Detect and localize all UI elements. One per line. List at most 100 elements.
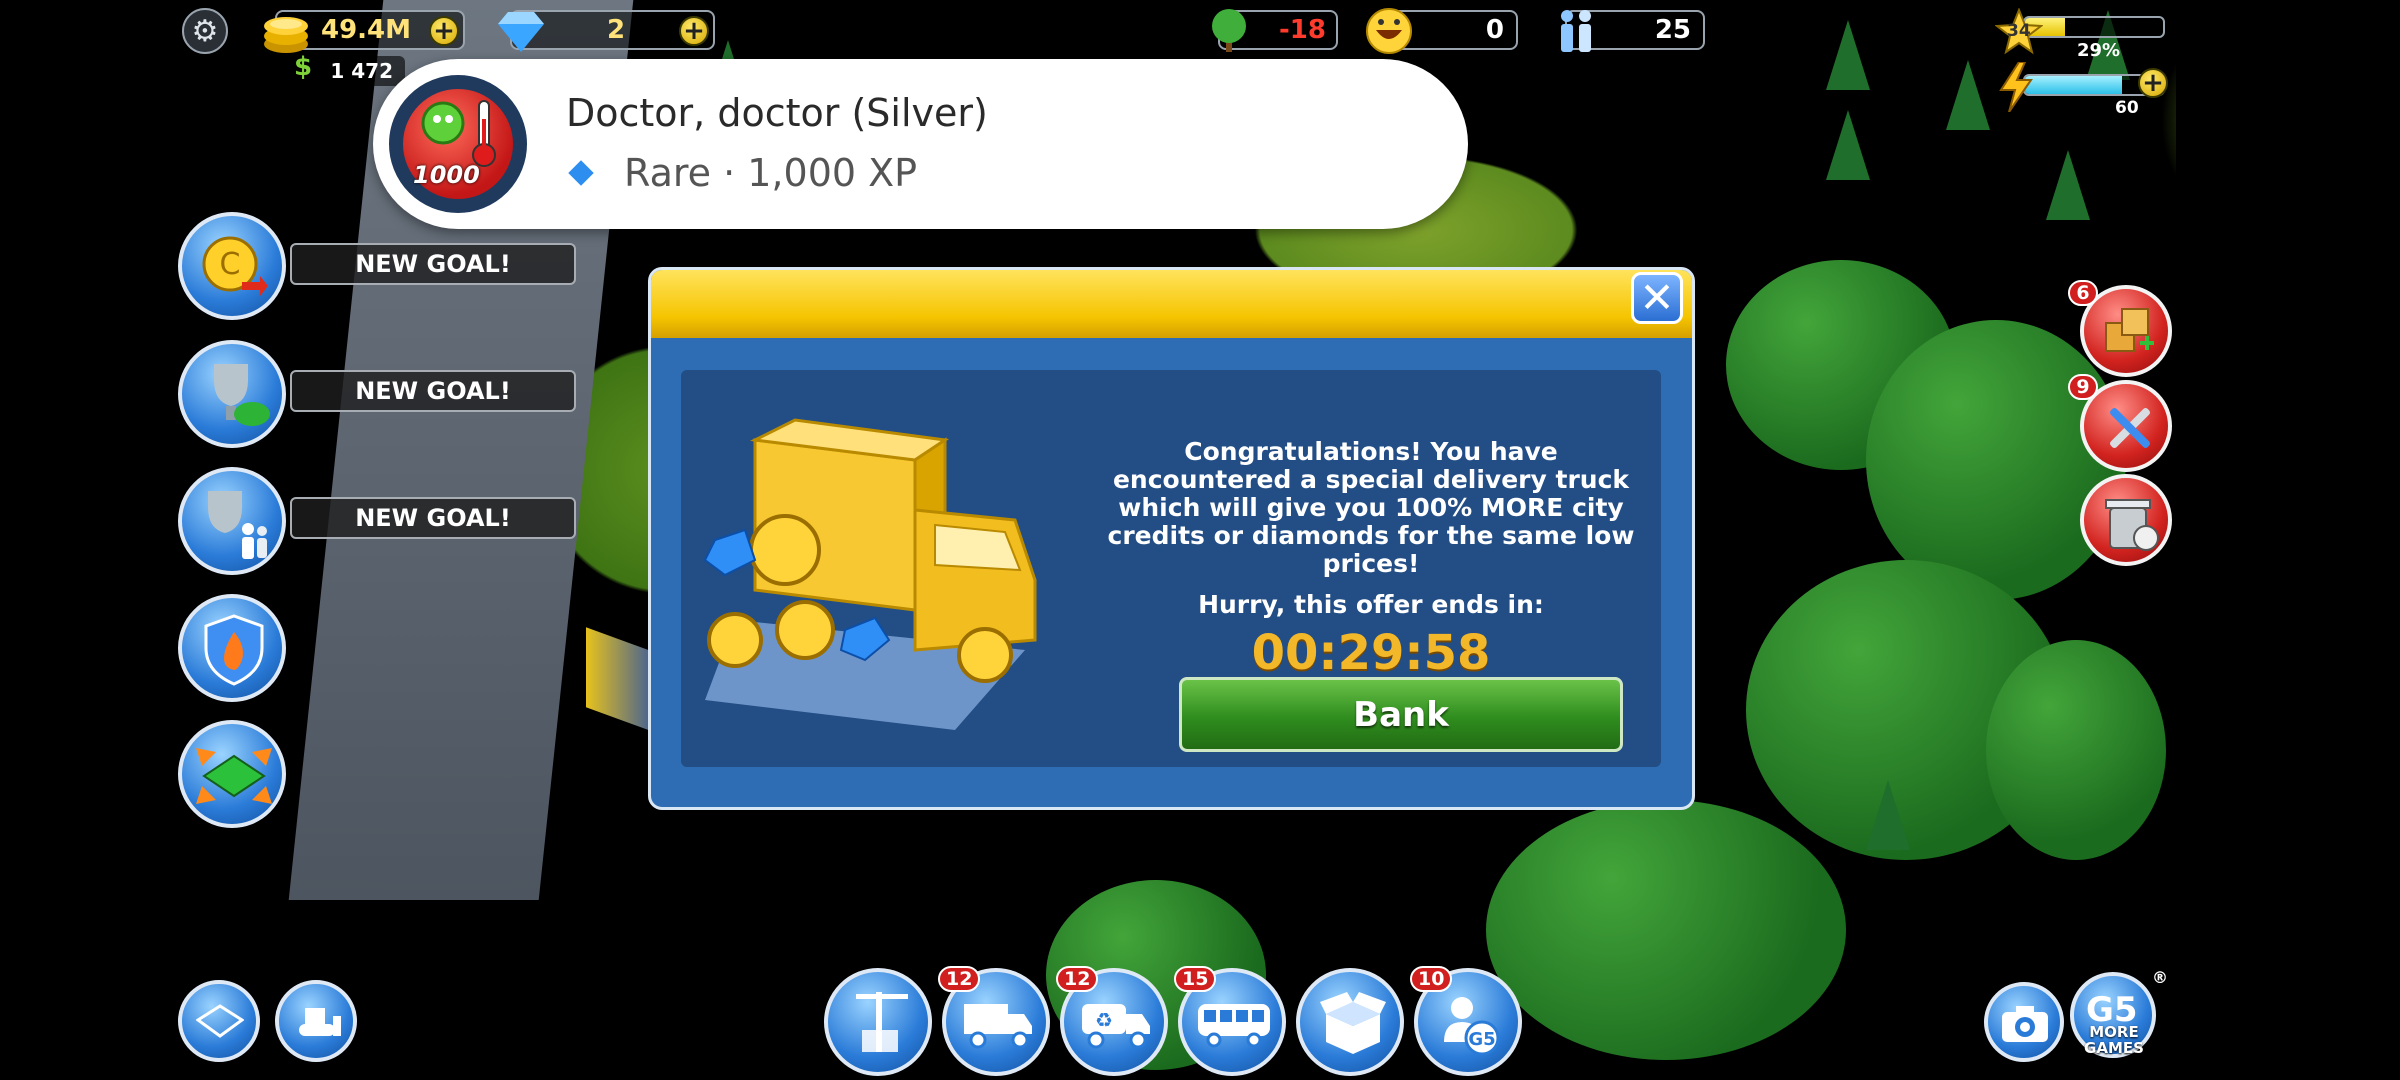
recycling-badge: 12: [1056, 966, 1099, 992]
new-goal-label[interactable]: NEW GOAL!: [290, 497, 576, 539]
buses-badge: 15: [1174, 966, 1217, 992]
level-widget[interactable]: 34 29%: [1995, 8, 2170, 63]
achievement-toast[interactable]: 1000 Doctor, doctor (Silver) Rare · 1,00…: [373, 59, 1468, 229]
pine-tree: [1866, 780, 1910, 850]
sub-coins-value: 1 472: [330, 59, 393, 83]
add-diamonds-button[interactable]: +: [679, 16, 709, 46]
city-construction-button[interactable]: [824, 968, 932, 1076]
tree-cluster: [1866, 320, 2126, 600]
open-box-icon: [1320, 992, 1386, 1054]
trash-bin-icon: [2105, 499, 2159, 551]
recycle-truck-icon: ♻: [1082, 1004, 1150, 1049]
road-icon: [196, 1004, 244, 1038]
bulldozer-icon: [299, 1008, 341, 1036]
storage-box-button[interactable]: [1296, 968, 1404, 1076]
camera-button[interactable]: [1984, 982, 2064, 1062]
materials-badge: 6: [2068, 280, 2098, 306]
level-value: 34: [2007, 21, 2031, 41]
bank-button[interactable]: Bank: [1179, 677, 1623, 752]
smiley-icon: [1366, 8, 1412, 54]
expand-territory-button[interactable]: [178, 720, 286, 828]
svg-text:C: C: [220, 247, 241, 282]
svg-text:G5: G5: [1468, 1029, 1495, 1050]
tree-cluster: [1986, 640, 2166, 860]
rarity-diamond-icon: [568, 160, 594, 186]
add-coins-button[interactable]: +: [429, 16, 459, 46]
billboard: [586, 627, 656, 733]
close-dialog-button[interactable]: ✕: [1631, 272, 1683, 324]
ecology-value: -18: [1279, 15, 1326, 45]
tree-cluster: [1486, 800, 1846, 1060]
friends-g5-icon: G5: [1444, 997, 1500, 1056]
coins-icon: [264, 17, 308, 53]
thermometer-icon: [472, 100, 496, 167]
new-goal-label[interactable]: NEW GOAL!: [290, 243, 576, 285]
ecology-counter[interactable]: -18: [1212, 9, 1338, 52]
offer-panel: Congratulations! You have encountered a …: [681, 370, 1661, 767]
demolish-button[interactable]: [2080, 474, 2172, 566]
camera-icon: [2002, 1006, 2048, 1042]
pine-tree: [1826, 20, 1870, 90]
new-goal-label[interactable]: NEW GOAL!: [290, 370, 576, 412]
lightning-icon: [1999, 62, 2033, 112]
pine-tree: [1826, 110, 1870, 180]
energy-progress-fill: [2025, 76, 2122, 94]
more-games-button[interactable]: G5 MORE GAMES ®: [2070, 968, 2168, 1064]
coins-value: 49.4M: [321, 15, 412, 45]
offer-timer: 00:29:58: [1251, 625, 1491, 681]
population-counter[interactable]: 25: [1561, 10, 1705, 52]
offer-hurry-text: Hurry, this offer ends in:: [1198, 590, 1544, 619]
pine-tree: [1946, 60, 1990, 130]
achievement-subtitle-row: Rare · 1,000 XP: [566, 151, 917, 195]
money-bag-icon: $: [294, 52, 313, 82]
diamonds-counter[interactable]: 2 +: [498, 10, 715, 52]
diamond-icon: [498, 12, 544, 52]
crates-icon: [2105, 308, 2154, 352]
golden-truck-illustration: [703, 418, 1037, 730]
more-games-label: MORE GAMES: [2084, 1023, 2144, 1057]
goal-credits-button[interactable]: C: [178, 212, 286, 320]
population-value: 25: [1654, 15, 1691, 45]
road-tool-button[interactable]: [178, 980, 260, 1062]
coins-counter[interactable]: 49.4M +: [264, 10, 465, 53]
fire-department-button[interactable]: [178, 594, 286, 702]
tools-badge: 9: [2068, 374, 2098, 400]
diamonds-value: 2: [607, 15, 626, 45]
achievement-badge: 1000: [383, 69, 533, 219]
add-energy-button[interactable]: +: [2138, 68, 2168, 98]
population-icon: [1561, 10, 1591, 52]
energy-widget[interactable]: + 60: [1995, 62, 2170, 118]
expand-arrows-icon: [196, 748, 272, 804]
sub-coins-counter: $ 1 472: [290, 52, 405, 86]
wrench-screwdriver-icon: [2110, 408, 2150, 448]
crane-icon: [856, 992, 908, 1052]
offer-message: Congratulations! You have encountered a …: [1107, 437, 1635, 578]
goal-population-button[interactable]: [178, 467, 286, 575]
truck-icon: [964, 1004, 1032, 1049]
settings-gear-icon[interactable]: ⚙: [182, 8, 228, 54]
trophy-leaf-icon: [214, 364, 270, 426]
friends-badge: 10: [1410, 966, 1453, 992]
trophy-people-icon: [208, 491, 267, 559]
registered-mark: ®: [2152, 968, 2168, 987]
goal-ecology-button[interactable]: [178, 340, 286, 448]
fire-shield-icon: [204, 614, 264, 686]
energy-value: 60: [2115, 98, 2139, 118]
happiness-counter[interactable]: 0: [1366, 8, 1518, 54]
svg-text:♻: ♻: [1095, 1008, 1113, 1032]
virus-icon: [421, 101, 465, 145]
bulldozer-button[interactable]: [275, 980, 357, 1062]
trucks-badge: 12: [938, 966, 981, 992]
tree-eco-icon: [1212, 9, 1246, 52]
level-percent: 29%: [2077, 40, 2121, 61]
coin-goal-icon: C: [202, 236, 268, 296]
happiness-value: 0: [1485, 15, 1504, 45]
bus-icon: [1198, 1004, 1270, 1048]
offer-dialog: Congratulations! You have encountered a …: [648, 267, 1695, 810]
achievement-number: 1000: [413, 161, 480, 189]
dialog-header: [651, 270, 1692, 338]
achievement-subtitle: Rare · 1,000 XP: [624, 151, 918, 195]
pine-tree: [2046, 150, 2090, 220]
achievement-title: Doctor, doctor (Silver): [566, 91, 988, 135]
level-progress-bar: [2023, 16, 2165, 38]
